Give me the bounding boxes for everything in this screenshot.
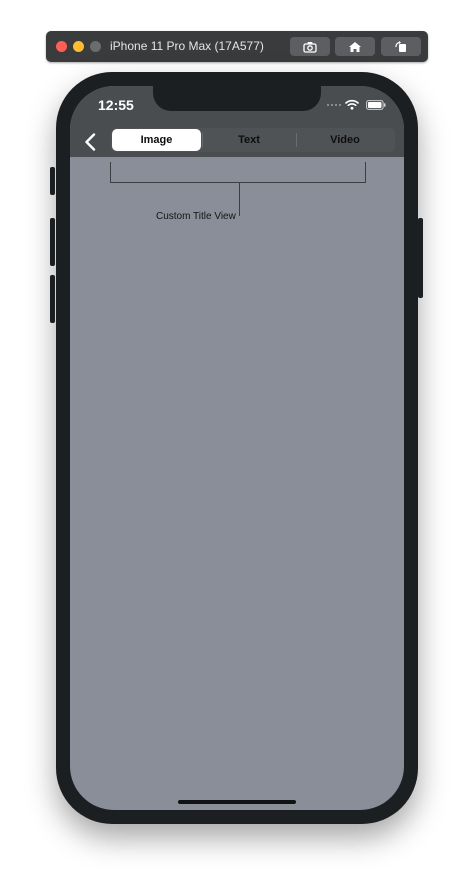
volume-up-button: [50, 218, 55, 266]
navigation-bar: 12:55 Image Text Video: [70, 86, 404, 157]
rotate-icon: [395, 41, 406, 52]
wifi-icon: [345, 99, 359, 110]
home-icon: [349, 41, 361, 52]
minimize-window-button[interactable]: [73, 41, 84, 52]
notch: [153, 86, 321, 111]
back-button[interactable]: [78, 130, 102, 154]
home-button[interactable]: [335, 37, 375, 56]
segment-text[interactable]: Text: [203, 128, 295, 152]
home-indicator[interactable]: [178, 800, 296, 804]
screenshot-button[interactable]: [290, 37, 330, 56]
power-button: [418, 218, 423, 298]
camera-icon: [303, 41, 317, 53]
simulator-stage: iPhone 11 Pro Max (17A577) 12:55 Image T…: [0, 0, 474, 888]
annotation-bracket: [110, 162, 366, 183]
simulator-toolbar: iPhone 11 Pro Max (17A577): [46, 31, 428, 62]
status-time: 12:55: [98, 97, 134, 113]
chevron-left-icon: [85, 133, 96, 151]
annotation-bracket-stem: [239, 182, 240, 216]
simulator-title: iPhone 11 Pro Max (17A577): [110, 39, 264, 53]
volume-down-button: [50, 275, 55, 323]
annotation-label: Custom Title View: [156, 211, 236, 222]
segment-image[interactable]: Image: [112, 129, 201, 151]
title-segmented-control: Image Text Video: [110, 128, 395, 152]
battery-icon: [366, 100, 386, 110]
mute-switch: [50, 167, 55, 195]
phone-screen: 12:55 Image Text Video Custom Title View: [70, 86, 404, 810]
close-window-button[interactable]: [56, 41, 67, 52]
zoom-window-button[interactable]: [90, 41, 101, 52]
rotate-button[interactable]: [381, 37, 421, 56]
cellular-signal-icon: [327, 104, 341, 106]
segment-video[interactable]: Video: [297, 128, 393, 152]
